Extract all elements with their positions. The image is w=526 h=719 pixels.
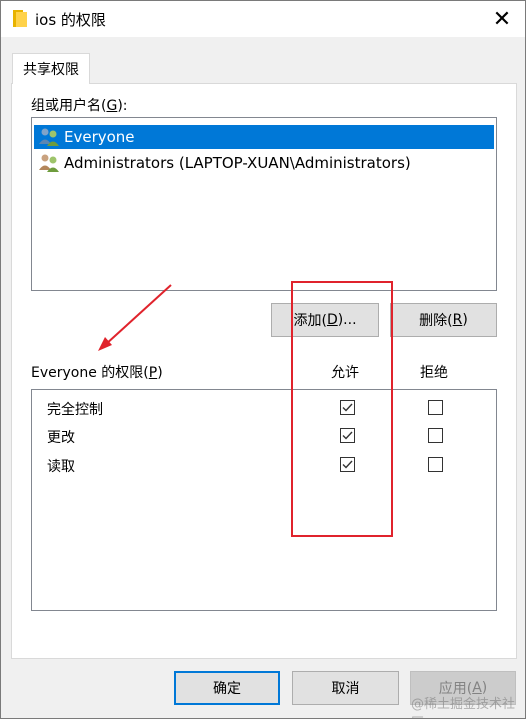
list-item-everyone[interactable]: Everyone	[34, 125, 494, 149]
permissions-list: 完全控制 更改 读取	[31, 389, 497, 611]
ok-button[interactable]: 确定	[174, 671, 280, 705]
permission-change-label: 更改	[47, 430, 75, 446]
checkmark-icon	[342, 431, 353, 440]
close-button[interactable]: ✕	[487, 5, 517, 33]
cancel-button[interactable]: 取消	[292, 671, 399, 705]
column-header-allow: 允许	[331, 365, 359, 381]
permission-full-control-label: 完全控制	[47, 402, 103, 418]
add-button[interactable]: 添加(D)...	[271, 303, 379, 337]
allow-read-checkbox[interactable]	[340, 457, 355, 472]
user-name: Everyone	[64, 128, 135, 146]
deny-read-checkbox[interactable]	[428, 457, 443, 472]
users-group-icon	[39, 128, 59, 146]
allow-change-checkbox[interactable]	[340, 428, 355, 443]
user-name: Administrators (LAPTOP-XUAN\Administrato…	[64, 154, 411, 172]
user-listbox[interactable]: Everyone Administrators (LAPTOP-XUAN\Adm…	[31, 117, 497, 291]
tab-label: 共享权限	[23, 62, 79, 78]
tab-share-permissions[interactable]: 共享权限	[12, 53, 90, 84]
title-bar: ios 的权限 ✕	[1, 1, 525, 37]
permissions-dialog: ios 的权限 ✕ 共享权限 组或用户名(G): Everyone Admini…	[0, 0, 526, 719]
allow-full-control-checkbox[interactable]	[340, 400, 355, 415]
permission-read-label: 读取	[47, 459, 75, 475]
deny-full-control-checkbox[interactable]	[428, 400, 443, 415]
remove-button[interactable]: 删除(R)	[390, 303, 497, 337]
column-header-deny: 拒绝	[420, 365, 448, 381]
close-icon: ✕	[492, 6, 512, 32]
list-item-administrators[interactable]: Administrators (LAPTOP-XUAN\Administrato…	[34, 151, 494, 175]
checkmark-icon	[342, 460, 353, 469]
users-group-icon	[39, 154, 59, 172]
watermark: @稀土掘金技术社区	[411, 697, 516, 719]
group-or-user-label: 组或用户名(G):	[31, 98, 128, 114]
window-title: ios 的权限	[35, 11, 106, 29]
checkmark-icon	[342, 403, 353, 412]
folder-icon	[13, 10, 27, 27]
permissions-label: Everyone 的权限(P)	[31, 365, 163, 381]
deny-change-checkbox[interactable]	[428, 428, 443, 443]
